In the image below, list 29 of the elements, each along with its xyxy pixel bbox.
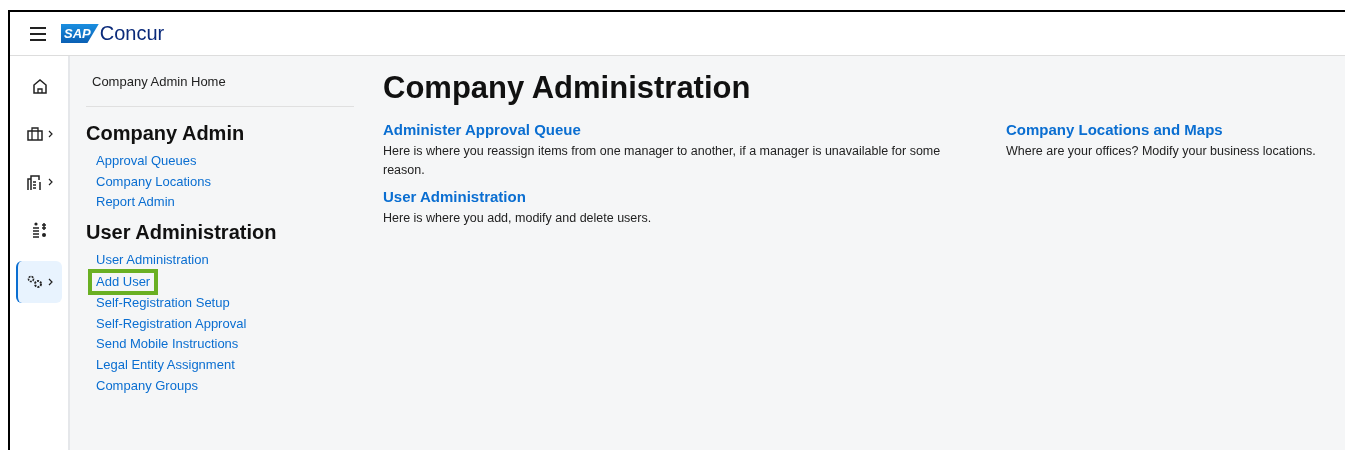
rail-item[interactable] — [16, 261, 62, 303]
link-description: Where are your offices? Modify your business locations. — [1006, 143, 1316, 160]
menu-icon[interactable] — [29, 26, 47, 41]
page-title: Company Administration — [383, 70, 752, 106]
chevron-icon — [48, 130, 53, 138]
link-description: Here is where you reassign items from one manager to another, if a manager is unavailable for some reason. — [383, 143, 942, 179]
chevron-icon — [48, 178, 53, 186]
admin-link[interactable]: Company Locations and Maps — [1006, 121, 1223, 138]
sidebar-link[interactable]: Approval Queues — [92, 151, 201, 172]
sidebar-link[interactable]: Self-Registration Approval — [92, 313, 251, 335]
link-description: Here is where you add, modify and delete users. — [383, 210, 653, 227]
section-heading: Company Admin — [86, 122, 245, 145]
home-icon — [33, 78, 47, 94]
sidebar-link[interactable]: Company Locations — [92, 171, 215, 193]
section-heading: User Administration — [86, 221, 277, 245]
list-icon — [32, 222, 48, 238]
sidebar-link[interactable]: Legal Entity Assignment — [92, 354, 239, 376]
brand-logo[interactable]: SAP — [61, 24, 99, 43]
sidebar-link[interactable]: Send Mobile Instructions — [92, 334, 243, 355]
sidebar-link[interactable]: Report Admin — [92, 192, 179, 214]
brand-name[interactable]: Concur — [99, 22, 165, 45]
sidebar-home-link[interactable]: Company Admin Home — [86, 74, 354, 107]
admin-link[interactable]: Administer Approval Queue — [383, 121, 581, 138]
admin-link[interactable]: User Administration — [383, 188, 526, 205]
sidebar-link[interactable]: User Administration — [92, 250, 213, 271]
briefcase-icon — [27, 127, 43, 141]
sidebar-link[interactable]: Self-Registration Setup — [92, 292, 234, 314]
chevron-icon — [48, 278, 53, 286]
sidebar-link[interactable]: Company Groups — [92, 375, 202, 397]
